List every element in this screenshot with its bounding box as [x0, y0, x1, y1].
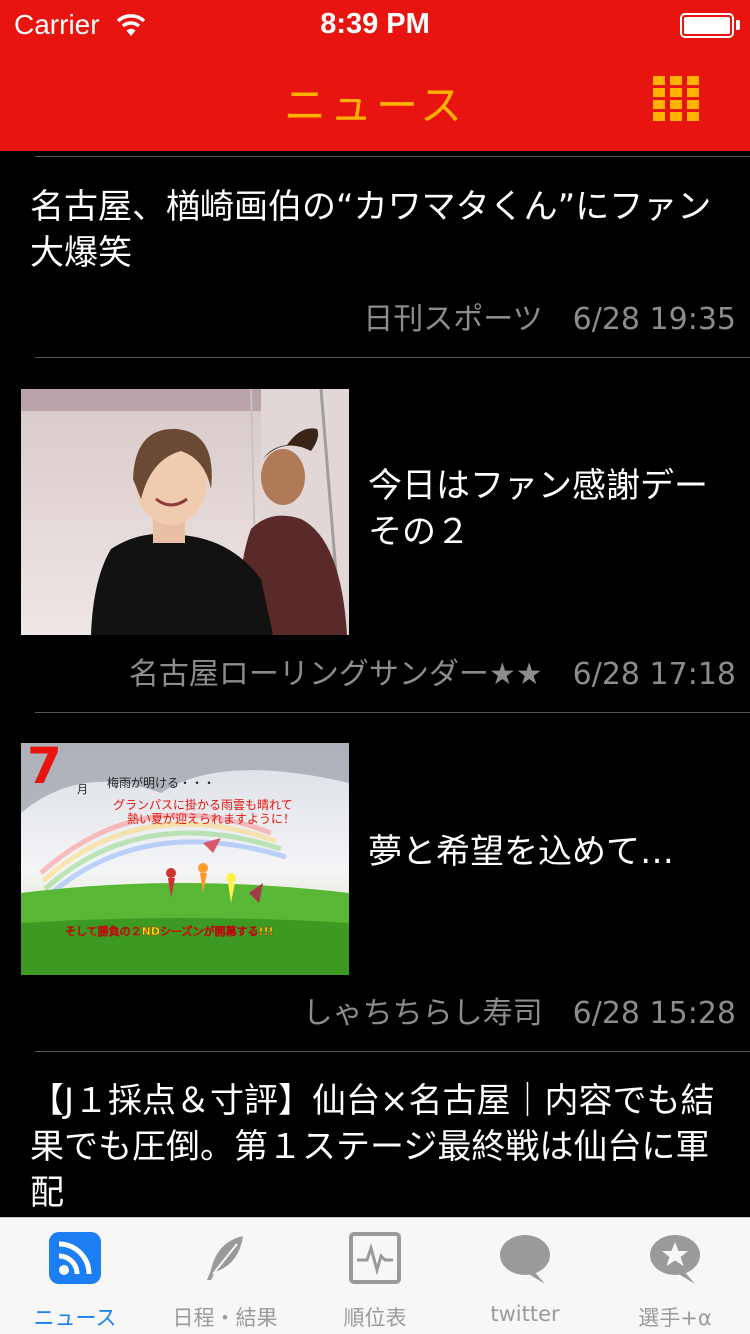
- news-source: 名古屋ローリングサンダー★★: [128, 657, 543, 692]
- image-line2: グランパスに掛かる雨雲も晴れて: [113, 797, 293, 812]
- speech-bubble-icon: [500, 1235, 550, 1284]
- news-time: 6/28 19:35: [572, 302, 736, 337]
- news-title: 名古屋、楢崎画伯の“カワマタくん”にファン大爆笑: [30, 187, 712, 273]
- tab-bar: ニュース 日程・結果 順位表 twitter 選手+α: [0, 1217, 750, 1334]
- battery-icon: [680, 13, 734, 38]
- tab-label: 選手+α: [638, 1306, 712, 1330]
- navigation-header: Carrier 8:39 PM ニュース: [0, 0, 750, 151]
- image-line4: そして勝負の２NDシーズンが開幕する!!!: [65, 924, 274, 938]
- news-title: 【J１採点＆寸評】仙台×名古屋｜内容でも結果でも圧倒。第１ステージ最終戦は仙台に…: [30, 1081, 715, 1213]
- page-title: ニュース: [284, 81, 466, 130]
- clock: 8:39 PM: [320, 8, 430, 40]
- tab-label: 日程・結果: [172, 1306, 278, 1330]
- tab-schedule[interactable]: 日程・結果: [150, 1218, 300, 1334]
- image-month-suffix: 月: [77, 783, 88, 796]
- separator: [35, 712, 750, 713]
- star-bubble-icon: [650, 1235, 700, 1284]
- chart-icon: [349, 1232, 401, 1284]
- tab-news[interactable]: ニュース: [0, 1218, 150, 1334]
- news-feed[interactable]: 名古屋、楢崎画伯の“カワマタくん”にファン大爆笑 日刊スポーツ 6/28 19:3…: [0, 151, 750, 1217]
- rss-icon: [49, 1232, 101, 1284]
- news-time: 6/28 17:18: [572, 657, 736, 692]
- tab-players[interactable]: 選手+α: [600, 1218, 750, 1334]
- tab-twitter[interactable]: twitter: [450, 1218, 600, 1334]
- illustration-thumbnail: 7 月 梅雨が明ける・・・ グランパスに掛かる雨雲も晴れて 熱い夏が迎えられます…: [21, 743, 349, 975]
- news-thumbnail: 7 月 梅雨が明ける・・・ グランパスに掛かる雨雲も晴れて 熱い夏が迎えられます…: [21, 743, 349, 989]
- separator: [35, 357, 750, 358]
- separator: [35, 156, 750, 157]
- image-month: 7: [27, 743, 62, 795]
- tab-standings[interactable]: 順位表: [300, 1218, 450, 1334]
- separator: [35, 1051, 750, 1052]
- news-source: しゃちちらし寿司: [302, 996, 543, 1031]
- news-thumbnail: [21, 389, 349, 635]
- news-title: 夢と希望を込めて…: [368, 832, 674, 872]
- tab-label: 順位表: [343, 1306, 407, 1330]
- grid-menu-icon[interactable]: [653, 76, 699, 122]
- news-source: 日刊スポーツ: [363, 302, 543, 337]
- photo-thumbnail: [21, 389, 349, 635]
- tab-label: ニュース: [33, 1306, 117, 1330]
- status-bar: Carrier 8:39 PM: [0, 0, 750, 50]
- news-time: 6/28 15:28: [572, 996, 736, 1031]
- news-meta: 名古屋ローリングサンダー★★ 6/28 17:18: [129, 649, 736, 693]
- tab-label: twitter: [490, 1302, 560, 1326]
- news-title: 今日はファン感謝デーその２: [368, 466, 708, 552]
- image-line1: 梅雨が明ける・・・: [107, 775, 215, 790]
- news-meta: 日刊スポーツ 6/28 19:35: [363, 294, 736, 338]
- feather-icon: [207, 1236, 243, 1280]
- news-meta: しゃちちらし寿司 6/28 15:28: [303, 988, 736, 1032]
- battery-tip: [736, 20, 740, 30]
- image-line3: 熱い夏が迎えられますように！: [127, 811, 295, 826]
